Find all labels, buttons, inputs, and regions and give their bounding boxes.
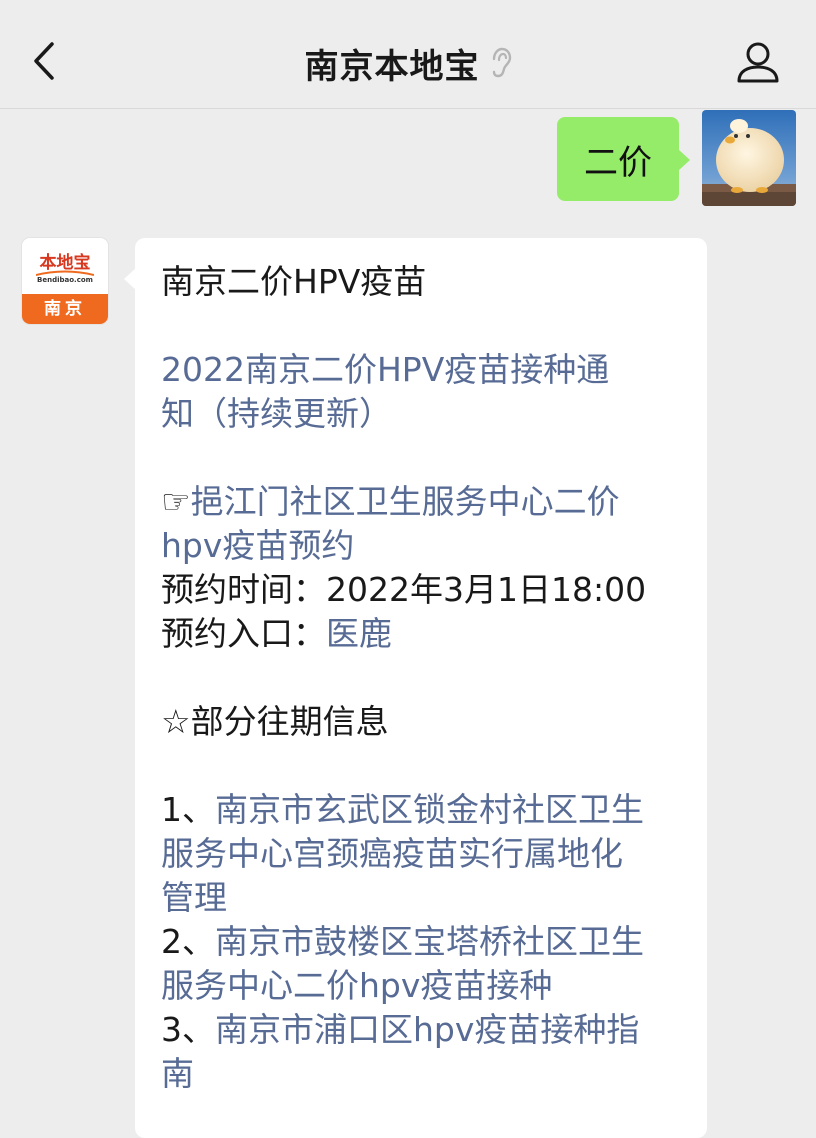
top-navigation-bar: 南京本地宝 (0, 0, 816, 109)
history-link-1-continued[interactable]: 服务中心宫颈癌疫苗实行属地化 (161, 832, 691, 876)
entry-label: 预约入口： (161, 614, 326, 653)
notice-link-continued[interactable]: 知（持续更新） (161, 392, 691, 436)
center-appointment-link-continued[interactable]: hpv疫苗预约 (161, 524, 691, 568)
self-message-text: 二价 (584, 142, 652, 183)
bot-reply-bubble: 南京二价HPV疫苗 2022南京二价HPV疫苗接种通 知（持续更新） ☞挹江门社… (124, 238, 707, 1138)
reply-heading: 南京二价HPV疫苗 (161, 262, 427, 301)
self-avatar[interactable] (702, 110, 796, 206)
entry-link[interactable]: 医鹿 (326, 614, 392, 653)
user-profile-icon (736, 41, 780, 87)
history-link-1-end[interactable]: 管理 (161, 876, 691, 920)
ear-icon (490, 47, 512, 79)
chat-message-area[interactable]: 二价 本地宝 Bendibao.com 南京 南京二价HPV疫苗 2022南京二… (0, 109, 816, 1138)
avatar-city-label: 南京 (22, 294, 108, 324)
history-link-2-continued[interactable]: 服务中心二价hpv疫苗接种 (161, 964, 691, 1008)
self-message-bubble[interactable]: 二价 (557, 117, 690, 201)
history-link-2[interactable]: 南京市鼓楼区宝塔桥社区卫生 (215, 922, 644, 961)
pointing-hand-icon: ☞ (161, 482, 191, 521)
list-item-number: 2、 (161, 922, 215, 961)
history-link-3[interactable]: 南京市浦口区hpv疫苗接种指 (215, 1010, 639, 1049)
notice-link[interactable]: 2022南京二价HPV疫苗接种通 (161, 348, 691, 392)
history-link-3-continued[interactable]: 南 (161, 1052, 691, 1096)
history-heading: ☆部分往期信息 (161, 702, 389, 741)
duck-avatar-image (702, 110, 796, 206)
center-appointment-link[interactable]: 挹江门社区卫生服务中心二价 (191, 482, 620, 521)
chat-title: 南京本地宝 (304, 46, 480, 87)
back-button[interactable] (22, 36, 66, 90)
history-link-1[interactable]: 南京市玄武区锁金村社区卫生 (215, 790, 644, 829)
bot-reply-content: 南京二价HPV疫苗 2022南京二价HPV疫苗接种通 知（持续更新） ☞挹江门社… (161, 260, 691, 1096)
bendibao-logo: 本地宝 Bendibao.com (22, 238, 108, 294)
list-item-number: 3、 (161, 1010, 215, 1049)
chat-info-button[interactable] (730, 38, 786, 90)
bendibao-account-avatar[interactable]: 本地宝 Bendibao.com 南京 (22, 238, 108, 324)
list-item-number: 1、 (161, 790, 215, 829)
back-chevron-icon (32, 41, 56, 85)
appointment-time: 预约时间：2022年3月1日18:00 (161, 570, 647, 609)
